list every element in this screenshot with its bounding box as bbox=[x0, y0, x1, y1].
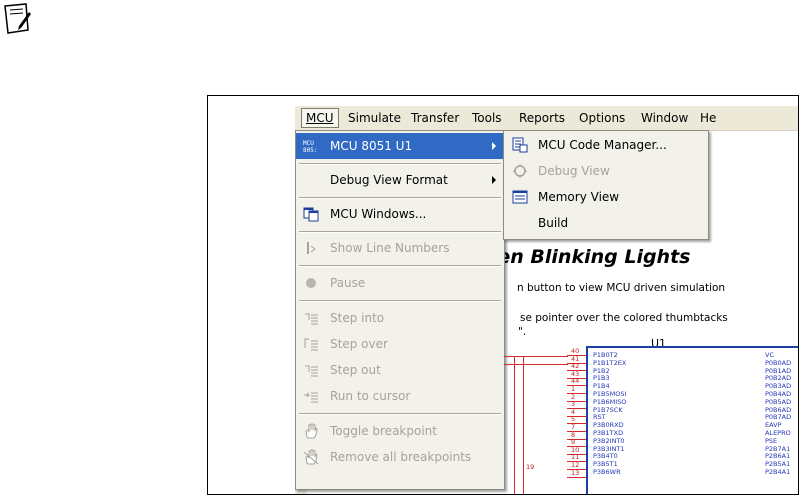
chip-pin-label: P1B1T2EX bbox=[593, 358, 627, 367]
pin-number: 7 bbox=[571, 423, 576, 431]
schematic-wire bbox=[523, 356, 524, 494]
menu-mcu[interactable]: MCU bbox=[301, 108, 339, 128]
menu-item-pause[interactable]: Pause bbox=[296, 270, 504, 296]
windows-icon bbox=[303, 207, 319, 222]
menu-help[interactable]: He bbox=[700, 111, 716, 125]
submenu-item-build[interactable]: Build bbox=[504, 210, 708, 236]
chip-pin-label: ALEPRO bbox=[765, 429, 791, 437]
svg-text:MCU: MCU bbox=[303, 140, 314, 147]
menu-separator bbox=[299, 231, 501, 233]
app-window: ven Blinking Lights n button to view MCU… bbox=[295, 106, 798, 494]
chip-outline-top bbox=[586, 346, 798, 348]
screenshot-frame: ven Blinking Lights n button to view MCU… bbox=[207, 95, 799, 495]
schematic-wire bbox=[514, 356, 515, 494]
menu-item-debug-view-format[interactable]: Debug View Format bbox=[296, 167, 504, 193]
menu-separator bbox=[299, 265, 501, 267]
schematic-wire bbox=[567, 415, 586, 417]
step-out-icon bbox=[305, 365, 318, 377]
menu-reports[interactable]: Reports bbox=[519, 111, 565, 125]
schematic-wire bbox=[567, 476, 586, 478]
chip-pin-label: PSE bbox=[765, 436, 778, 445]
schematic-wire bbox=[567, 408, 586, 410]
pin-number: 40 bbox=[571, 347, 580, 355]
schematic-wire bbox=[567, 385, 586, 387]
mcu-chip-icon: MCU 805: bbox=[303, 140, 317, 154]
pin-number: 13 bbox=[571, 468, 580, 477]
chip-pin-label: P0B0AD bbox=[765, 358, 792, 367]
submenu-item-debug-view[interactable]: Debug View bbox=[504, 158, 708, 184]
chip-pin-label: P0B4AD bbox=[765, 390, 792, 398]
line-numbers-icon bbox=[307, 242, 316, 254]
menu-separator bbox=[299, 300, 501, 302]
document-line-2: se pointer over the colored thumbtacks bbox=[520, 312, 728, 324]
chip-label: U1 bbox=[651, 337, 667, 350]
schematic-wire bbox=[567, 393, 586, 394]
chip-pin-label: P2B4A1 bbox=[765, 468, 791, 476]
pause-icon bbox=[306, 278, 316, 288]
menu-separator bbox=[299, 163, 501, 165]
document-title: ven Blinking Lights bbox=[485, 246, 691, 268]
memory-view-icon bbox=[512, 190, 528, 204]
menu-item-mcu-windows[interactable]: MCU Windows... bbox=[296, 201, 504, 227]
menu-item-remove-all-breakpoints[interactable]: Remove all breakpoints bbox=[296, 444, 504, 470]
remove-breakpoints-icon bbox=[303, 449, 319, 465]
step-over-icon bbox=[304, 338, 318, 351]
chip-pin-label: VC bbox=[765, 351, 774, 359]
svg-text:805:: 805: bbox=[303, 147, 317, 154]
document-line-1: n button to view MCU driven simulation bbox=[517, 282, 726, 294]
menu-transfer[interactable]: Transfer bbox=[411, 111, 459, 125]
menu-item-toggle-breakpoint[interactable]: Toggle breakpoint bbox=[296, 418, 504, 444]
menu-simulate[interactable]: Simulate bbox=[348, 111, 401, 125]
document-line-3: ". bbox=[518, 326, 527, 338]
hand-icon bbox=[305, 423, 318, 439]
schematic-wire bbox=[567, 431, 586, 432]
code-manager-icon bbox=[512, 137, 528, 153]
chip-pin-label: P1B0T2 bbox=[593, 351, 618, 359]
submenu-item-mcu-code-manager[interactable]: MCU Code Manager... bbox=[504, 132, 708, 158]
menu-item-show-line-numbers[interactable]: Show Line Numbers bbox=[296, 235, 504, 261]
schematic-wire bbox=[567, 423, 586, 425]
submenu-item-memory-view[interactable]: Memory View bbox=[504, 184, 708, 210]
menu-separator bbox=[299, 413, 501, 415]
chip-pin-label: P1B5MOSI bbox=[593, 390, 627, 398]
run-to-cursor-icon bbox=[304, 392, 318, 403]
menu-item-step-over[interactable]: Step over bbox=[296, 331, 504, 357]
menu-tools[interactable]: Tools bbox=[472, 111, 502, 125]
menu-separator bbox=[299, 197, 501, 199]
menu-item-step-into[interactable]: Step into bbox=[296, 305, 504, 331]
mcu-menu: MCU 805: MCU 8051 U1 Debug View Format M… bbox=[295, 130, 505, 490]
schematic-wire bbox=[567, 400, 586, 402]
chip-pin-label: P1B6MISO bbox=[593, 397, 627, 406]
mcu-8051-submenu: MCU Code Manager... Debug View Memory Vi… bbox=[503, 130, 709, 240]
wire-label: 19 bbox=[526, 463, 535, 471]
chip-pin-label: P3B6WR bbox=[593, 468, 621, 476]
chip-pin-label: P0B5AD bbox=[765, 397, 792, 406]
pin-number: 1 bbox=[571, 385, 576, 393]
debug-view-icon bbox=[513, 164, 527, 178]
menu-item-step-out[interactable]: Step out bbox=[296, 357, 504, 383]
submenu-arrow-icon bbox=[492, 176, 496, 184]
note-icon bbox=[4, 3, 31, 34]
menu-item-run-to-cursor[interactable]: Run to cursor bbox=[296, 383, 504, 409]
menu-window[interactable]: Window bbox=[641, 111, 688, 125]
schematic-wire bbox=[567, 438, 586, 440]
menu-options[interactable]: Options bbox=[579, 111, 625, 125]
chip-pin-label: P3B2INT0 bbox=[593, 436, 625, 445]
chip-outline-left bbox=[586, 346, 588, 494]
menu-item-mcu-8051-u1[interactable]: MCU 805: MCU 8051 U1 bbox=[296, 133, 504, 159]
submenu-arrow-icon bbox=[492, 142, 496, 150]
chip-pin-label: P3B1TXD bbox=[593, 429, 624, 437]
menu-bar: MCU Simulate Transfer Tools Reports Opti… bbox=[295, 106, 798, 131]
pin-number: 12 bbox=[571, 461, 580, 469]
step-into-icon bbox=[305, 313, 318, 325]
